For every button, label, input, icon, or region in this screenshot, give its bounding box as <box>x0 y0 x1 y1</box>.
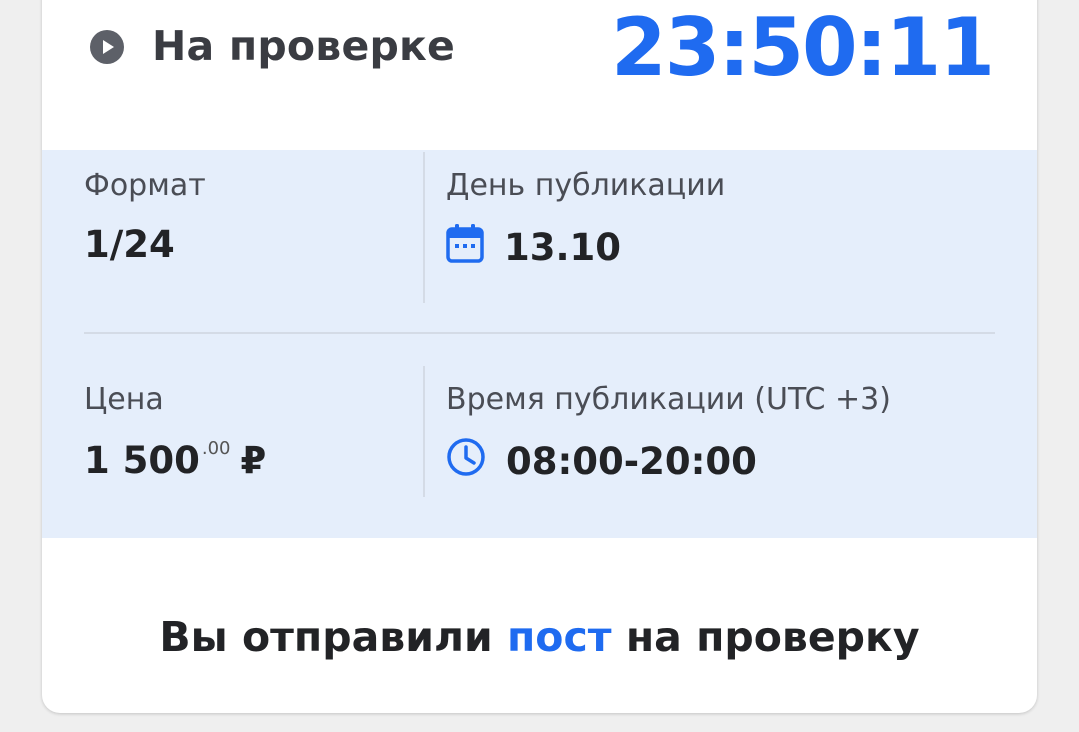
publication-time-value: 08:00-20:00 <box>506 440 757 483</box>
publication-time-value-row: 08:00-20:00 <box>446 437 891 486</box>
moderation-card: На проверке 23:50:11 Формат 1/24 День пу… <box>42 0 1037 713</box>
submission-message: Вы отправили пост на проверку <box>42 613 1037 661</box>
post-link[interactable]: пост <box>507 613 612 661</box>
publication-time-label: Время публикации (UTC +3) <box>446 382 891 417</box>
horizontal-divider <box>84 332 995 334</box>
publication-day-value: 13.10 <box>504 226 622 269</box>
price-cents: .00 <box>201 438 231 459</box>
format-value: 1/24 <box>84 223 175 266</box>
clock-icon <box>446 437 486 486</box>
publication-day-cell: День публикации 13.10 <box>446 168 725 272</box>
publication-time-cell: Время публикации (UTC +3) 08:00-20:00 <box>446 382 891 486</box>
play-circle-icon <box>90 30 124 64</box>
vertical-divider <box>423 152 425 303</box>
publication-day-label: День публикации <box>446 168 726 203</box>
publication-day-value-row: 13.10 <box>446 223 725 272</box>
calendar-icon <box>446 223 484 272</box>
format-cell: Формат 1/24 <box>84 168 206 266</box>
currency-symbol: ₽ <box>240 439 267 482</box>
price-value: 1 500 <box>84 439 200 482</box>
countdown-timer: 23:50:11 <box>611 1 995 94</box>
price-cell: Цена 1 500.00 ₽ <box>84 382 266 482</box>
details-panel: Формат 1/24 День публикации 13.10 Цена 1… <box>42 150 1037 538</box>
status-row: На проверке 23:50:11 <box>42 0 1037 130</box>
price-value-row: 1 500.00 ₽ <box>84 438 267 482</box>
format-label: Формат <box>84 168 206 203</box>
status-label: На проверке <box>152 22 456 70</box>
vertical-divider <box>423 366 425 497</box>
message-prefix: Вы отправили <box>159 613 507 661</box>
message-suffix: на проверку <box>611 613 920 661</box>
price-label: Цена <box>84 382 164 417</box>
